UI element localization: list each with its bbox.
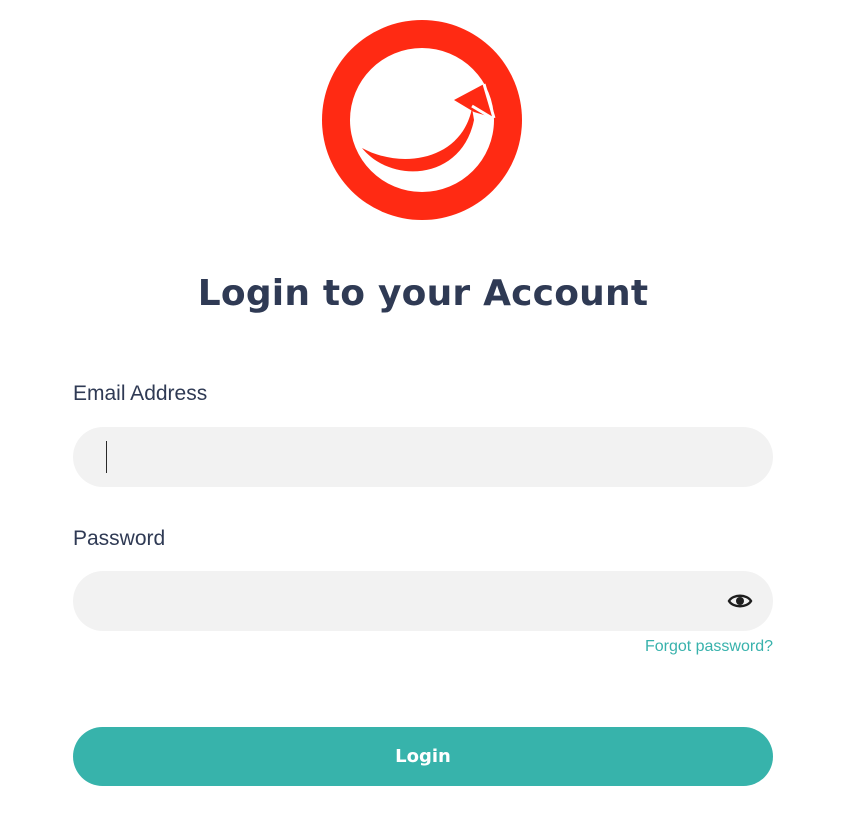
page-title: Login to your Account [197,273,649,314]
eye-icon[interactable] [727,589,753,613]
password-input[interactable] [73,571,773,631]
password-label: Password [73,527,166,550]
email-label: Email Address [73,382,208,405]
email-input[interactable] [73,427,773,487]
forgot-password-link[interactable]: Forgot password? [645,638,773,656]
sitecore-logo-icon [322,20,522,220]
login-page: Login to your Account Email Address Pass… [0,0,866,830]
text-caret [106,441,107,473]
login-button[interactable]: Login [73,727,773,786]
